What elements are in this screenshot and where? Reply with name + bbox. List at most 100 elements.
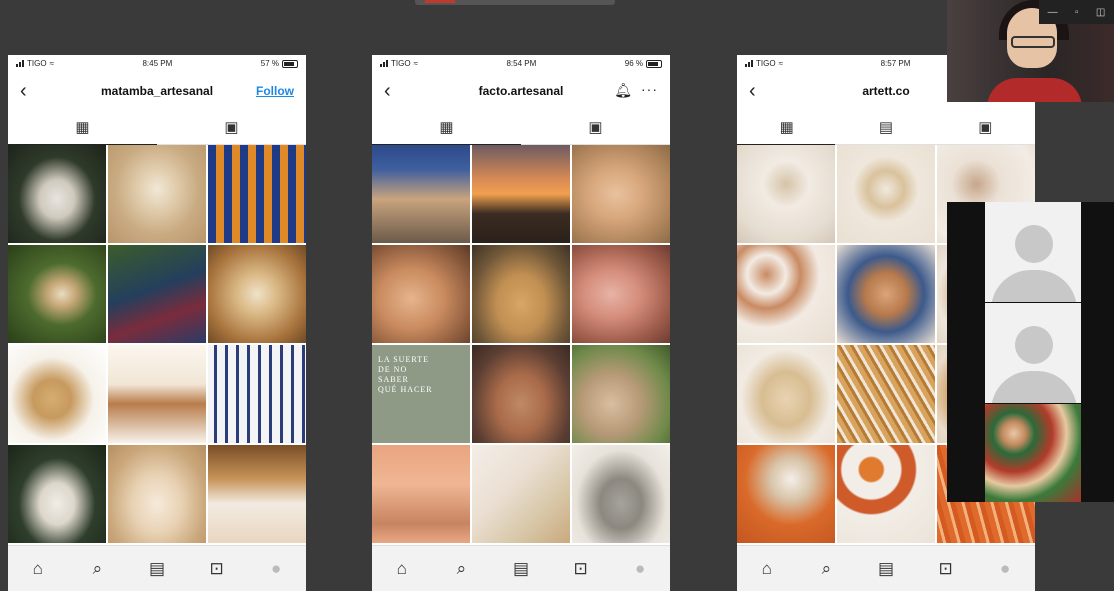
phone-screen-1: TIGO ≈ 8:45 PM 57 % ‹ matamba_artesanal F… (8, 55, 306, 591)
carrier-label: TIGO (756, 59, 776, 68)
post-thumbnail[interactable] (8, 345, 106, 443)
follow-button[interactable]: Follow (256, 84, 294, 98)
wifi-icon: ≈ (778, 59, 783, 68)
profile-tabs: ▦ ▣ (372, 110, 670, 145)
clock-label: 8:45 PM (142, 59, 173, 68)
home-icon[interactable]: ⌂ (27, 559, 49, 579)
post-thumbnail[interactable] (837, 245, 935, 343)
tagged-icon[interactable]: ▣ (975, 117, 995, 137)
post-thumbnail[interactable] (208, 245, 306, 343)
post-thumbnail[interactable] (837, 145, 935, 243)
post-thumbnail[interactable] (108, 245, 206, 343)
post-thumbnail[interactable] (837, 345, 935, 443)
profile-header: ‹ matamba_artesanal Follow (8, 72, 306, 110)
post-thumbnail[interactable] (372, 445, 470, 543)
reels-icon[interactable]: ▤ (146, 559, 168, 579)
status-bar: TIGO ≈ 8:45 PM 57 % (8, 55, 306, 72)
minimize-icon[interactable]: — (1048, 7, 1058, 18)
post-thumbnail[interactable] (8, 245, 106, 343)
person-placeholder-icon (1015, 225, 1053, 263)
grid-icon[interactable]: ▦ (437, 117, 457, 137)
battery-percent: 96 % (624, 59, 643, 68)
post-thumbnail[interactable] (572, 245, 670, 343)
participant-avatar[interactable] (985, 202, 1081, 302)
profile-tabs: ▦ ▣ (8, 110, 306, 145)
person-placeholder-icon (1015, 326, 1053, 364)
profile-icon[interactable]: ● (994, 559, 1016, 579)
bottom-nav: ⌂ ⌕ ▤ ⊡ ● (737, 545, 1035, 591)
post-thumbnail[interactable] (737, 445, 835, 543)
post-thumbnail[interactable] (208, 345, 306, 443)
grid-icon[interactable]: ▦ (777, 117, 797, 137)
shop-icon[interactable]: ⊡ (935, 559, 957, 579)
shop-icon[interactable]: ⊡ (206, 559, 228, 579)
profile-header: ‹ facto.artesanal 🔔︎ ··· (372, 72, 670, 110)
more-options-icon[interactable]: ··· (641, 81, 658, 97)
home-icon[interactable]: ⌂ (391, 559, 413, 579)
signal-icon (380, 60, 388, 67)
post-thumbnail[interactable] (472, 245, 570, 343)
post-caption-text: LA SUERTE DE NO SABER QUÉ HACER (378, 355, 433, 394)
carrier-label: TIGO (391, 59, 411, 68)
back-chevron-icon[interactable]: ‹ (20, 81, 27, 101)
post-thumbnail[interactable] (8, 445, 106, 543)
post-thumbnail[interactable]: LA SUERTE DE NO SABER QUÉ HACER (372, 345, 470, 443)
participant-photo[interactable] (985, 404, 1081, 502)
post-thumbnail[interactable] (208, 445, 306, 543)
tagged-icon[interactable]: ▣ (222, 117, 242, 137)
post-thumbnail[interactable] (108, 345, 206, 443)
post-thumbnail[interactable] (572, 345, 670, 443)
signal-icon (16, 60, 24, 67)
post-thumbnail[interactable] (8, 145, 106, 243)
pip-icon[interactable]: ◫ (1096, 7, 1105, 18)
search-icon[interactable]: ⌕ (450, 559, 472, 579)
post-thumbnail[interactable] (472, 445, 570, 543)
wifi-icon: ≈ (413, 59, 418, 68)
post-thumbnail[interactable] (572, 445, 670, 543)
status-bar: TIGO ≈ 8:54 PM 96 % (372, 55, 670, 72)
back-chevron-icon[interactable]: ‹ (749, 81, 756, 101)
profile-tabs: ▦ ▤ ▣ (737, 110, 1035, 145)
clock-label: 8:54 PM (506, 59, 537, 68)
wifi-icon: ≈ (49, 59, 54, 68)
battery-icon (281, 59, 298, 68)
profile-username: artett.co (862, 84, 910, 98)
window-top-handle (415, 0, 615, 5)
post-thumbnail[interactable] (472, 145, 570, 243)
shop-icon[interactable]: ⊡ (570, 559, 592, 579)
reels-icon[interactable]: ▤ (876, 117, 896, 137)
home-icon[interactable]: ⌂ (756, 559, 778, 579)
tagged-icon[interactable]: ▣ (586, 117, 606, 137)
post-thumbnail[interactable] (372, 145, 470, 243)
battery-percent: 57 % (260, 59, 279, 68)
profile-icon[interactable]: ● (629, 559, 651, 579)
video-controls: — ▫ ◫ (1039, 0, 1114, 24)
phone-screen-2: TIGO ≈ 8:54 PM 96 % ‹ facto.artesanal 🔔︎ … (372, 55, 670, 591)
participants-panel (947, 202, 1114, 502)
signal-icon (745, 60, 753, 67)
bottom-nav: ⌂ ⌕ ▤ ⊡ ● (8, 545, 306, 591)
post-thumbnail[interactable] (737, 245, 835, 343)
presenter-video[interactable]: — ▫ ◫ (947, 0, 1114, 102)
reels-icon[interactable]: ▤ (510, 559, 532, 579)
post-thumbnail[interactable] (372, 245, 470, 343)
reels-icon[interactable]: ▤ (875, 559, 897, 579)
post-thumbnail[interactable] (572, 145, 670, 243)
search-icon[interactable]: ⌕ (86, 559, 108, 579)
back-chevron-icon[interactable]: ‹ (384, 81, 391, 101)
post-thumbnail[interactable] (472, 345, 570, 443)
post-thumbnail[interactable] (737, 345, 835, 443)
bottom-nav: ⌂ ⌕ ▤ ⊡ ● (372, 545, 670, 591)
search-icon[interactable]: ⌕ (815, 559, 837, 579)
profile-icon[interactable]: ● (265, 559, 287, 579)
post-thumbnail[interactable] (108, 145, 206, 243)
post-thumbnail[interactable] (108, 445, 206, 543)
participant-avatar[interactable] (985, 303, 1081, 403)
grid-icon[interactable]: ▦ (73, 117, 93, 137)
post-grid (8, 145, 306, 543)
post-thumbnail[interactable] (837, 445, 935, 543)
post-thumbnail[interactable] (737, 145, 835, 243)
post-thumbnail[interactable] (208, 145, 306, 243)
restore-icon[interactable]: ▫ (1075, 7, 1079, 18)
bell-icon[interactable]: 🔔︎ (614, 82, 632, 99)
